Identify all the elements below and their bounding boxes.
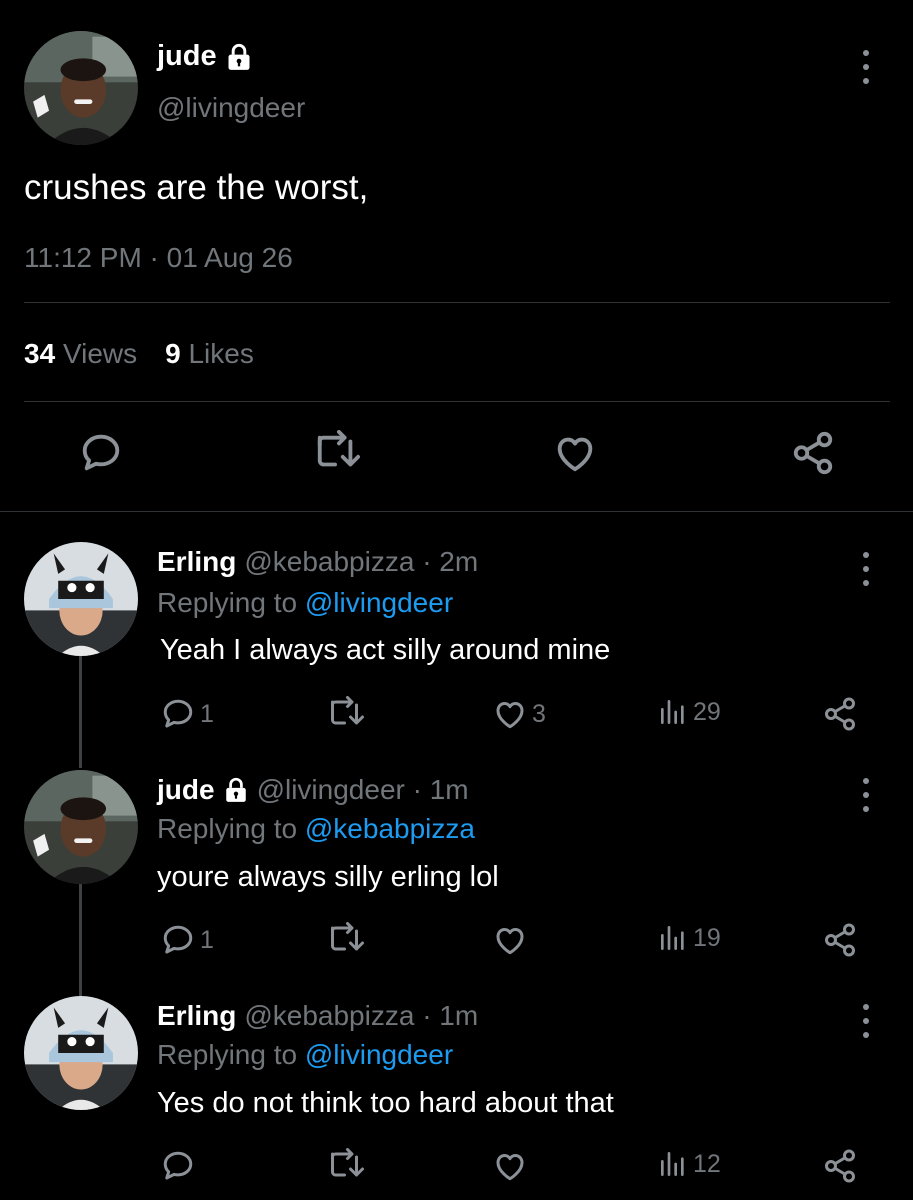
reply-button[interactable]: 1 <box>160 696 214 732</box>
views-count: 29 <box>693 697 721 726</box>
reply-actions: 1 19 <box>0 922 913 962</box>
views-count: 19 <box>693 923 721 952</box>
replying-to: Replying to @livingdeer <box>157 1039 453 1071</box>
reply-button[interactable] <box>160 1148 200 1184</box>
likes-label: Likes <box>188 338 254 369</box>
likes-stat[interactable]: 9 Likes <box>165 338 254 370</box>
share-icon <box>822 922 858 958</box>
views-count: 12 <box>693 1149 721 1178</box>
tweet-stats: 34 Views 9 Likes <box>24 338 254 370</box>
like-icon[interactable] <box>552 430 598 476</box>
more-icon[interactable] <box>861 778 871 812</box>
replying-to: Replying to @kebabpizza <box>157 813 475 845</box>
like-icon <box>492 1148 528 1184</box>
reply-item: jude @livingdeer · 1m Replying to @kebab… <box>0 768 913 996</box>
more-icon[interactable] <box>861 50 871 84</box>
retweet-button[interactable] <box>326 696 366 732</box>
like-button[interactable] <box>492 1148 532 1184</box>
divider <box>24 302 890 303</box>
reply-handle-time: @kebabpizza · 1m <box>244 1000 479 1031</box>
share-button[interactable] <box>822 922 858 958</box>
reply-icon <box>160 922 196 958</box>
replying-prefix: Replying to <box>157 1039 298 1070</box>
retweet-button[interactable] <box>326 1148 366 1184</box>
views-button[interactable]: 19 <box>657 922 721 954</box>
share-button[interactable] <box>822 1148 858 1184</box>
reply-count: 1 <box>200 699 214 728</box>
reply-actions: 1 3 29 <box>0 696 913 736</box>
reply-author-name-text: jude <box>157 774 215 805</box>
reply-author-name[interactable]: Erling <box>157 546 236 578</box>
likes-count: 9 <box>165 338 181 369</box>
like-icon <box>492 696 528 732</box>
reply-actions: 12 <box>0 1148 913 1188</box>
reply-item: Erling @kebabpizza · 1m Replying to @liv… <box>0 994 913 1200</box>
more-icon[interactable] <box>861 1004 871 1038</box>
author-handle[interactable]: @livingdeer <box>157 92 305 124</box>
divider <box>24 401 890 402</box>
main-tweet: jude @livingdeer crushes are the worst, … <box>0 0 913 512</box>
reply-author-name[interactable]: jude <box>157 774 249 806</box>
tweet-text: crushes are the worst, <box>24 168 369 207</box>
reply-handle-time: @kebabpizza · 2m <box>244 546 479 577</box>
reply-header: Erling @kebabpizza · 2m <box>157 546 478 578</box>
reply-icon <box>160 696 196 732</box>
replying-prefix: Replying to <box>157 813 298 844</box>
views-count: 34 <box>24 338 56 369</box>
avatar-jude[interactable] <box>24 770 138 884</box>
reply-handle-time: @livingdeer · 1m <box>256 774 469 805</box>
reply-button[interactable]: 1 <box>160 922 214 958</box>
share-button[interactable] <box>822 696 858 732</box>
retweet-icon <box>326 696 366 732</box>
like-button[interactable]: 3 <box>492 696 546 732</box>
retweet-button[interactable] <box>326 922 366 958</box>
reply-header: Erling @kebabpizza · 1m <box>157 1000 478 1032</box>
views-label: Views <box>62 338 138 369</box>
reply-icon[interactable] <box>78 430 124 476</box>
replying-prefix: Replying to <box>157 587 298 618</box>
views-icon <box>657 922 689 954</box>
reply-header: jude @livingdeer · 1m <box>157 774 469 806</box>
share-icon <box>822 696 858 732</box>
reply-author-name[interactable]: Erling <box>157 1000 236 1032</box>
author-name[interactable]: jude <box>157 40 253 73</box>
like-button[interactable] <box>492 922 532 958</box>
views-button[interactable]: 29 <box>657 696 721 728</box>
avatar-erling[interactable] <box>24 996 138 1110</box>
replying-to-link[interactable]: @livingdeer <box>305 587 453 618</box>
more-icon[interactable] <box>861 552 871 586</box>
reply-text: Yes do not think too hard about that <box>157 1087 614 1119</box>
tweet-actions <box>0 430 913 480</box>
lock-icon <box>225 43 253 71</box>
views-icon <box>657 1148 689 1180</box>
retweet-icon <box>326 922 366 958</box>
avatar-jude[interactable] <box>24 31 138 145</box>
like-icon <box>492 922 528 958</box>
lock-icon <box>223 777 249 803</box>
avatar-erling[interactable] <box>24 542 138 656</box>
reply-item: Erling @kebabpizza · 2m Replying to @liv… <box>0 540 913 770</box>
replying-to-link[interactable]: @kebabpizza <box>305 813 475 844</box>
reply-count: 1 <box>200 925 214 954</box>
views-stat[interactable]: 34 Views <box>24 338 137 370</box>
share-icon[interactable] <box>790 430 836 476</box>
divider <box>0 511 913 512</box>
share-icon <box>822 1148 858 1184</box>
reply-text: youre always silly erling lol <box>157 861 499 893</box>
like-count: 3 <box>532 699 546 728</box>
views-icon <box>657 696 689 728</box>
author-name-text: jude <box>157 40 217 72</box>
replying-to-link[interactable]: @livingdeer <box>305 1039 453 1070</box>
replying-to: Replying to @livingdeer <box>157 587 453 619</box>
reply-text: Yeah I always act silly around mine <box>160 634 611 666</box>
retweet-icon[interactable] <box>312 430 362 476</box>
tweet-timestamp: 11:12 PM · 01 Aug 26 <box>24 242 293 273</box>
reply-icon <box>160 1148 196 1184</box>
views-button[interactable]: 12 <box>657 1148 721 1180</box>
retweet-icon <box>326 1148 366 1184</box>
